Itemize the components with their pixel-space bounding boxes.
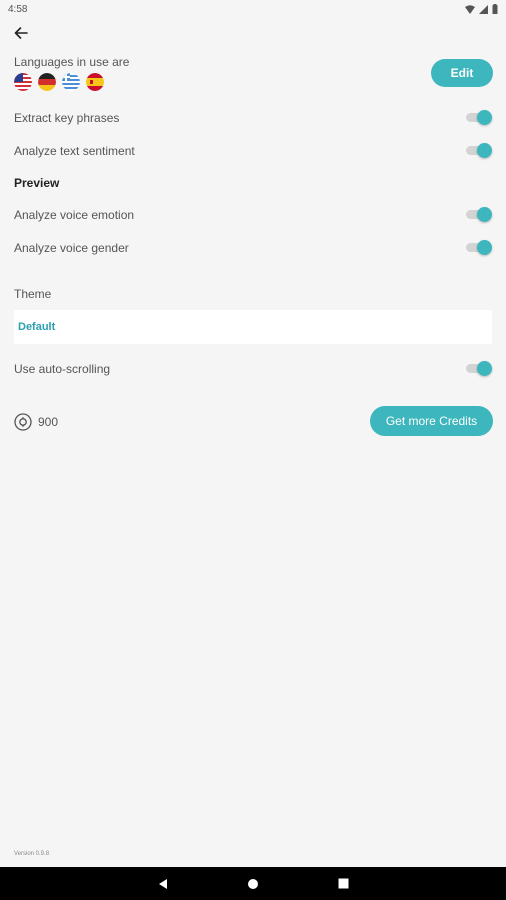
analyze-voice-gender-toggle[interactable] xyxy=(466,240,492,255)
language-flags xyxy=(14,73,104,91)
greece-flag-icon xyxy=(62,73,80,91)
nav-recents-button[interactable] xyxy=(333,874,353,894)
triangle-back-icon xyxy=(159,878,167,889)
edit-languages-button[interactable]: Edit xyxy=(431,59,493,87)
auto-scrolling-label: Use auto-scrolling xyxy=(14,362,111,376)
status-bar: 4:58 xyxy=(0,0,506,18)
credits-count: 900 xyxy=(38,415,59,429)
status-time: 4:58 xyxy=(8,3,28,15)
toggle-knob xyxy=(477,361,492,376)
arrow-back-icon xyxy=(14,27,28,39)
toggle-knob xyxy=(477,240,492,255)
extract-key-phrases-toggle[interactable] xyxy=(466,110,492,125)
android-nav-bar xyxy=(0,867,506,900)
germany-flag-icon xyxy=(38,73,56,91)
wifi-icon xyxy=(465,4,475,14)
battery-icon xyxy=(492,4,498,14)
analyze-voice-emotion-toggle[interactable] xyxy=(466,207,492,222)
extract-key-phrases-label: Extract key phrases xyxy=(14,111,120,125)
status-icons xyxy=(465,4,498,14)
analyze-text-sentiment-toggle[interactable] xyxy=(466,143,492,158)
preview-section-title: Preview xyxy=(14,176,60,190)
toggle-knob xyxy=(477,143,492,158)
credits-coin-icon xyxy=(14,413,32,431)
circle-home-icon xyxy=(248,878,258,889)
settings-screen: 4:58 Languages in use are Edit Extract k… xyxy=(0,0,506,900)
theme-selector[interactable]: Default xyxy=(14,310,492,344)
nav-back-button[interactable] xyxy=(153,874,173,894)
toggle-knob xyxy=(477,207,492,222)
analyze-voice-gender-label: Analyze voice gender xyxy=(14,241,129,255)
analyze-voice-emotion-label: Analyze voice emotion xyxy=(14,208,135,222)
toggle-knob xyxy=(477,110,492,125)
theme-label: Theme xyxy=(14,287,52,301)
cellular-icon xyxy=(479,4,488,14)
spain-flag-icon xyxy=(86,73,104,91)
nav-home-button[interactable] xyxy=(243,874,263,894)
square-recents-icon xyxy=(338,878,348,889)
theme-value: Default xyxy=(18,321,56,333)
app-version: Version 0.9.8 xyxy=(14,851,50,857)
us-flag-icon xyxy=(14,73,32,91)
languages-label: Languages in use are xyxy=(14,55,130,69)
auto-scrolling-toggle[interactable] xyxy=(466,361,492,376)
get-more-credits-button[interactable]: Get more Credits xyxy=(370,406,493,436)
back-button[interactable] xyxy=(10,24,32,42)
analyze-text-sentiment-label: Analyze text sentiment xyxy=(14,144,135,158)
